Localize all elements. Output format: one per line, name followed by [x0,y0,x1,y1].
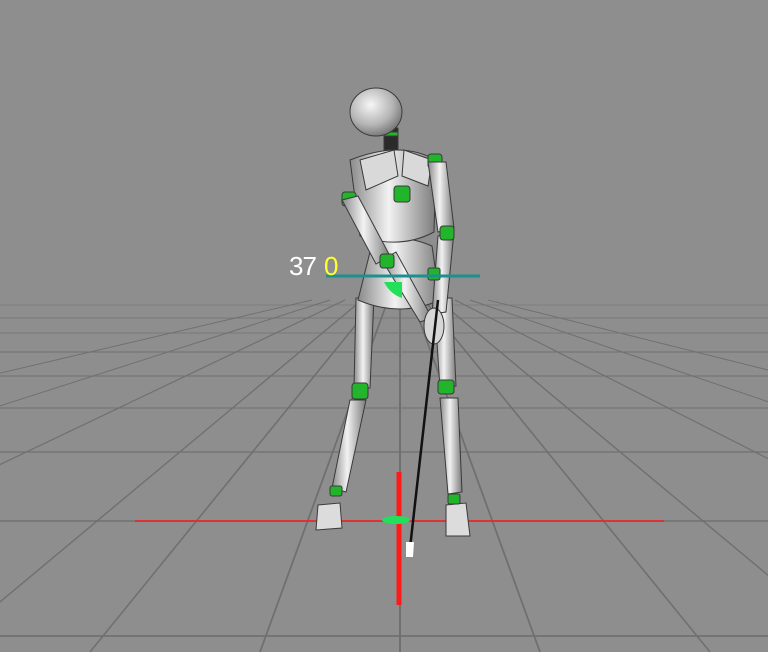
robot-head [349,87,403,137]
golfer-robot[interactable] [315,87,471,537]
golf-swing-viewport[interactable]: 37 0 [0,0,768,652]
swing-scene [0,87,768,652]
ball-marker [382,516,410,524]
golf-club-icon [406,299,440,557]
club-head [406,542,414,557]
floor-grid [0,299,768,652]
hip-angle-readout: 0 [324,251,339,281]
club-shaft [408,299,440,549]
shoulder-angle-readout: 37 [289,251,317,281]
target-line-marker [135,472,664,605]
